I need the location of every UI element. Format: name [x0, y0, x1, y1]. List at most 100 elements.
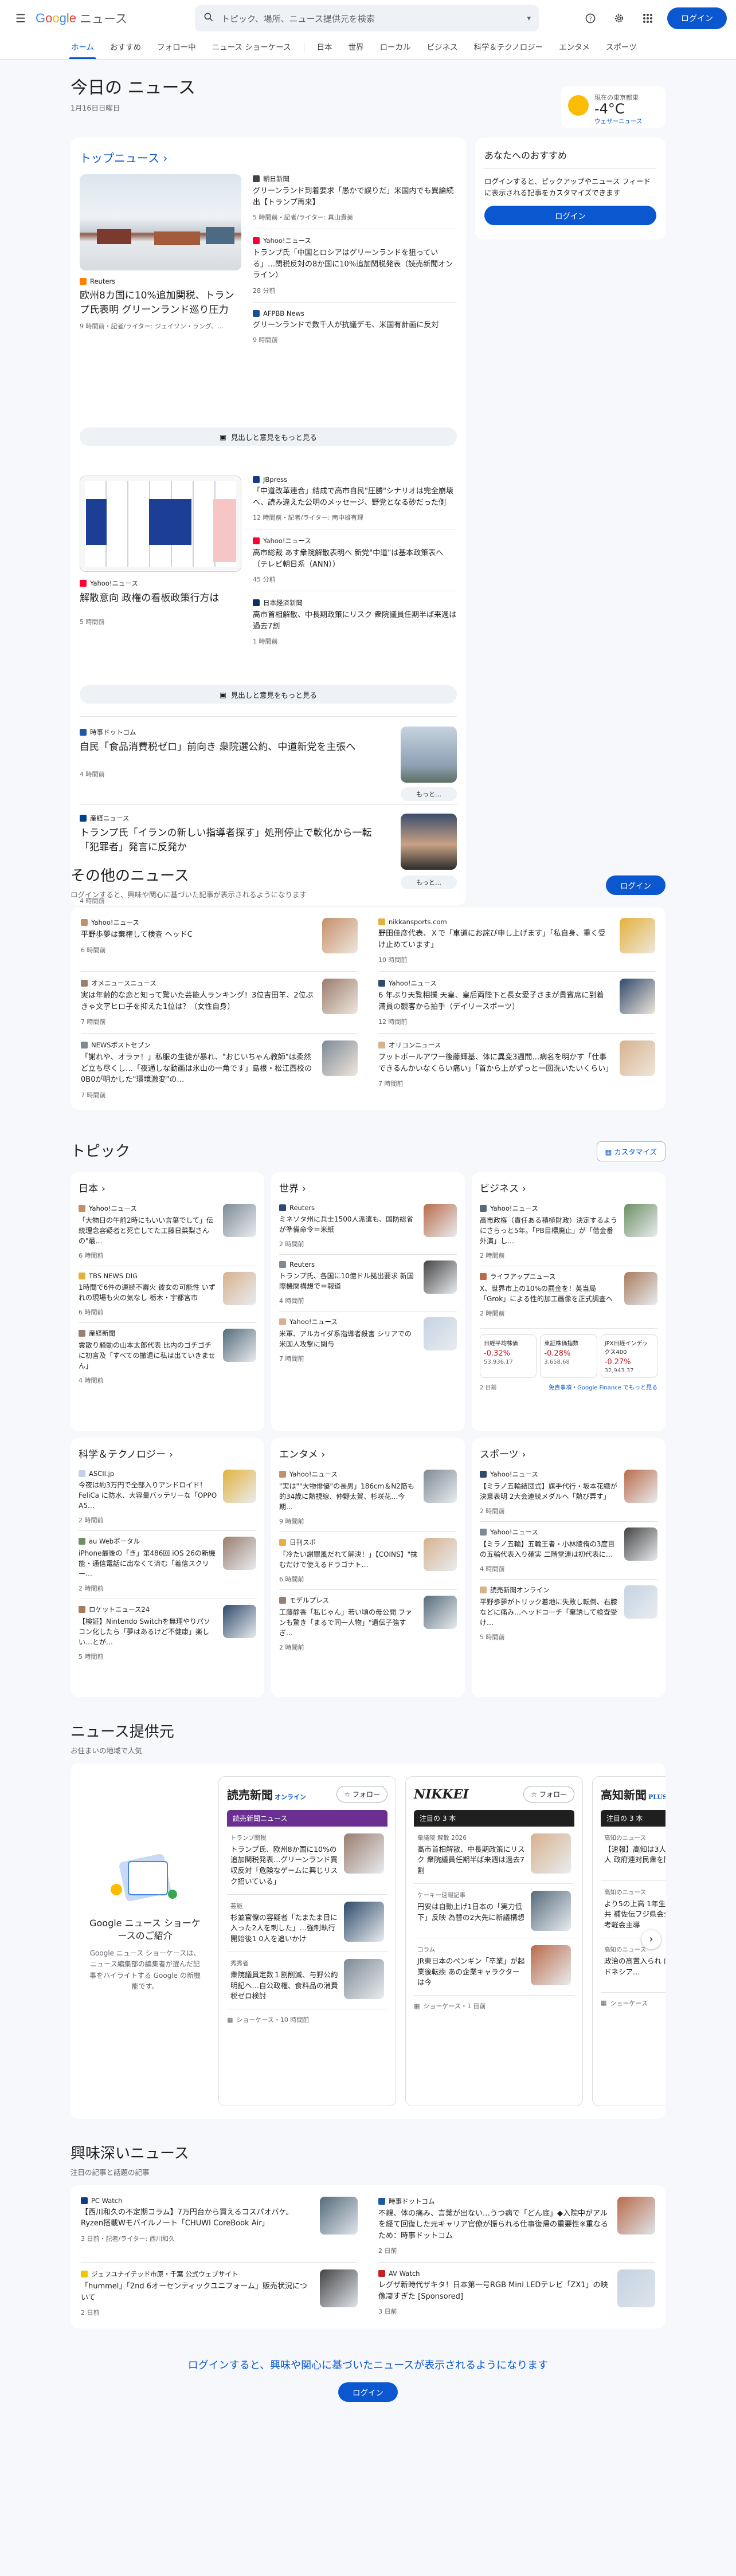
news-thumbnail[interactable] — [424, 1469, 457, 1503]
news-thumbnail[interactable] — [223, 1469, 256, 1503]
headline[interactable]: X、世界市上の10%の罰金を！英当局「Grok」による性的加工画像を正式調査へ — [480, 1283, 618, 1304]
list-item[interactable]: AFPBB News グリーンランドで数千人が抗議デモ、米国有計画に反対 9 時… — [253, 309, 457, 345]
news-thumbnail[interactable] — [624, 1203, 657, 1237]
news-thumbnail[interactable] — [424, 1203, 457, 1237]
tab-business[interactable]: ビジネス — [419, 41, 466, 59]
showcase-headline[interactable]: JR東日本のペンギン「卒業」が起業後転換 あの企業キャラクターは今 — [417, 1956, 526, 1988]
search-box[interactable]: トピック、場所、ニュース提供元を検索 ▾ — [195, 5, 539, 32]
customize-button[interactable]: ▦ カスタマイズ — [596, 1141, 665, 1161]
list-item[interactable]: 時事ドットコム 不親、体の痛み、言葉が出ない…うつ病で「どん底」◆入院中がアルを経… — [378, 2190, 655, 2263]
headline[interactable]: 欧州8カ国に10%追加関税、トランプ氏表明 グリーンランド巡り圧力 — [80, 289, 241, 317]
news-thumbnail[interactable] — [223, 1536, 256, 1570]
showcase-headline[interactable]: 高市首相解散、中長期政策にリスク 衆院議員任期半ば来週は過去7割 — [417, 1844, 526, 1876]
tab-local[interactable]: ローカル — [372, 41, 419, 59]
headline[interactable]: トランプ氏、各国に10億ドル拠出要求 新国際機関構想で＝報道 — [279, 1271, 418, 1291]
headline[interactable]: 今夜は約3万円で全部入りアンドロイド！FeliCa に防水、大容量バッテリーな「… — [79, 1480, 217, 1511]
headline[interactable]: グリーンランド到着要求「愚かで誤りだ」米国内でも異論続出【トランプ再来】 — [253, 186, 457, 208]
list-item[interactable]: Yahoo!ニュース 6 年ぶり天覧相撲 天皇、皇后両陛下と長女愛子さまが貴賓席に… — [378, 972, 655, 1034]
list-item[interactable]: Reuters トランプ氏、各国に10億ドル拠出要求 新国際機関構想で＝報道 4 時… — [279, 1254, 457, 1311]
publisher-card[interactable]: NIKKEI ☆ フォロー 注目の 3 本衆議院 解散 2026 高市首相解散、中長期… — [405, 1776, 583, 2106]
list-item[interactable]: ライフアップニュース X、世界市上の10%の罰金を！英当局「Grok」による性的加… — [480, 1265, 657, 1324]
tab-foryou[interactable]: おすすめ — [102, 41, 149, 59]
headline[interactable]: 「hummel」「2nd 6オーセンティックユニフォーム」販売状況について — [81, 2281, 313, 2303]
tab-japan[interactable]: 日本 — [309, 41, 340, 59]
list-item[interactable]: ジェフユナイテッド市原・千葉 公式ウェブサイト 「hummel」「2nd 6オーセ… — [81, 2263, 358, 2324]
list-item[interactable]: 産経ニュース トランプ氏「イランの新しい指導者探す」処刑停止で軟化から一転「犯罪… — [80, 814, 389, 854]
showcase-headline[interactable]: 杉並官僚の容疑者「たまたま目に入った2人を刺した」…強制執行開始後1 0人を追い… — [230, 1913, 339, 1945]
headline[interactable]: トランプ氏「中国とロシアはグリーンランドを狙っている」…関税反対の8か国に10%… — [253, 248, 457, 281]
headline[interactable]: 自民「食品消費税ゼロ」前向き 衆院選公約、中道新党を主張へ — [80, 740, 389, 755]
showcase-headline[interactable]: 【速報】高知は3人主に高知1期7人 政府連対民衆を開設 — [604, 1844, 665, 1866]
headline[interactable]: 解散意向 政権の看板政策行方は — [80, 591, 241, 606]
showcase-item[interactable]: 芸能 杉並官僚の容疑者「たまたま目に入った2人を刺した」…強制執行開始後1 0人を… — [227, 1895, 387, 1952]
chevron-right-icon[interactable]: › — [641, 1929, 661, 1949]
foryou-login-button[interactable]: ログイン — [484, 206, 656, 225]
news-thumbnail[interactable] — [322, 1040, 358, 1076]
news-thumbnail[interactable] — [223, 1203, 256, 1237]
topic-title-link[interactable]: 日本 › — [79, 1180, 256, 1195]
showcase-item[interactable]: ケーキー速報記事 円安は自動上げ1日本の「実力低下」反映 為替の2大先に新議構想 — [414, 1884, 574, 1938]
topic-title-link[interactable]: スポーツ › — [480, 1446, 657, 1460]
headline[interactable]: 「冷たい謝罪風だれて解決！」【COINS】"抹むだけで使えるドラゴナト… — [279, 1549, 418, 1570]
headline[interactable]: 【西川和久の不定期コラム】7万円台から買えるコスパオバケ。Ryzen搭載Wモバイ… — [81, 2207, 313, 2229]
news-thumbnail[interactable] — [531, 1945, 571, 1985]
news-thumbnail[interactable] — [624, 1469, 657, 1503]
other-login-button[interactable]: ログイン — [606, 875, 665, 895]
showcase-headline[interactable]: 政治の高置入られ 内容1！ インドネシア… — [604, 1956, 665, 1978]
showcase-item[interactable]: 高知のニュース【速報】高知は3人主に高知1期7人 政府連対民衆を開設 — [601, 1827, 665, 1881]
headline[interactable]: 高市政権（責任ある積極財政）決定するようにさらっと5年。「PB目標廃止」が「借金… — [480, 1215, 618, 1246]
list-item[interactable]: nikkansports.com 野田佳彦代表、Ｘで「車道にお詫び申し上げます」「… — [378, 911, 655, 972]
list-item[interactable]: 産経新聞 雲散り騒動の山本太郎代表 比内のゴチゴチに初言及「すべての撤退に私は出て… — [79, 1322, 256, 1391]
news-thumbnail[interactable] — [531, 1833, 571, 1874]
stocks-link[interactable]: 免責事項・Google Finance でもっと見る — [549, 1383, 657, 1391]
showcase-item[interactable]: コラム JR東日本のペンギン「卒業」が起業後転換 あの企業キャラクターは今 — [414, 1938, 574, 1996]
news-thumbnail[interactable] — [344, 1901, 384, 1942]
topic-title-link[interactable]: 科学＆テクノロジー › — [79, 1446, 256, 1460]
news-thumbnail[interactable] — [620, 1040, 655, 1076]
weather-provider[interactable]: ウェザーニュース — [594, 117, 642, 125]
news-thumbnail[interactable] — [223, 1271, 256, 1305]
headline[interactable]: 「謝れや、オラァ！」私服の生徒が暴れ、"おじいちゃん教師"は柔然ど立ち尽くし…「… — [81, 1052, 315, 1086]
news-thumbnail[interactable] — [424, 1317, 457, 1350]
gear-icon[interactable] — [610, 9, 628, 28]
news-thumbnail[interactable] — [624, 1527, 657, 1561]
showcase-headline[interactable]: 衆院議員定数１割削減、与野公約明記へ…自公政権、食料品の消費税ゼロ検討 — [230, 1970, 339, 2002]
showcase-headline[interactable]: 円安は自動上げ1日本の「実力低下」反映 為替の2大先に新議構想 — [417, 1902, 526, 1923]
list-item[interactable]: Yahoo!ニュース 米軍、アルカイダ系指導者殺害 シリアでの米国人攻撃に関与 7 … — [279, 1310, 457, 1369]
headline[interactable]: 工藤静香「私じゃん」若い頃の母公開 ファンも驚き「まるで同一人物」"遺伝子強すぎ… — [279, 1607, 418, 1638]
news-thumbnail[interactable] — [617, 2196, 655, 2235]
headline[interactable]: 雲散り騒動の山本太郎代表 比内のゴチゴチに初言及「すべての撤退に私は出ていきませ… — [79, 1340, 217, 1371]
list-item[interactable]: JBpress 「中道改革連合」結成で高市自民"圧勝"シナリオは完全崩壊へ、読み… — [253, 476, 457, 522]
showcase-item[interactable]: トランプ関税 トランプ氏、欧州8か国に10%の追加関税発表…グリーンランド買収反対… — [227, 1827, 387, 1895]
list-item[interactable]: 読売新聞オンライン 平野歩夢がトリック着地に失敗し転倒、右膝などに痛み…ヘッドコー… — [480, 1578, 657, 1647]
tab-following[interactable]: フォロー中 — [149, 41, 204, 59]
headline[interactable]: 高市首相解散、中長期政策にリスク 衆院議員任期半ば来週は過去7割 — [253, 610, 457, 632]
google-news-logo[interactable]: Google ニュース — [36, 10, 127, 27]
trump-photo[interactable] — [401, 814, 457, 870]
tab-entertainment[interactable]: エンタメ — [551, 41, 598, 59]
headline[interactable]: 平野歩夢は棄権して検査 ヘッドC — [81, 929, 315, 941]
arctic-village-image[interactable] — [80, 174, 241, 270]
stock-card[interactable]: 日経平均株価 -0.32% 53,936.17 — [480, 1334, 537, 1378]
stock-card[interactable]: JPX日経インデックス400 -0.27% 32,943.37 — [600, 1334, 657, 1378]
news-thumbnail[interactable] — [531, 1890, 571, 1931]
headline[interactable]: 実は年齢的な恋と知って驚いた芸能人ランキング！3位吉田羊、2位ぶきゃ文字ヒロ子を… — [81, 990, 315, 1012]
news-thumbnail[interactable] — [424, 1595, 457, 1629]
follow-button[interactable]: ☆ フォロー — [523, 1786, 574, 1803]
menu-icon[interactable]: ☰ — [9, 7, 32, 30]
top-news-title[interactable]: トップニュース › — [80, 149, 457, 166]
more-headlines-button[interactable]: ▣ 見出しと意見をもっと見る — [80, 685, 457, 704]
showcase-item[interactable]: 高知のニュースより5の上高 1年生主導！ 国学究共 補佐伝フジ県会全国極選賞買考… — [601, 1881, 665, 1938]
list-item[interactable]: NEWSポストセブン 「謝れや、オラァ！」私服の生徒が暴れ、"おじいちゃん教師"は… — [81, 1034, 358, 1106]
list-item[interactable]: ASCII.jp 今夜は約3万円で全部入りアンドロイド！FeliCa に防水、大容… — [79, 1464, 256, 1530]
headline[interactable]: 【検証】Nintendo Switchを無理やりパソコン化したら「夢はあるけど不… — [79, 1616, 217, 1647]
search-input[interactable]: トピック、場所、ニュース提供元を検索 — [221, 13, 527, 25]
list-item[interactable]: TBS NEWS DIG 1時間で6件の運続不審火 彼女の可能性 いずれの現場も火… — [79, 1265, 256, 1322]
list-item[interactable]: Yahoo!ニュース 【ミラノ五輪】五輪王者・小林陵侑の3度目の五輪代表入り確実 … — [480, 1521, 657, 1579]
list-item[interactable]: Yahoo!ニュース 高市総裁 あす衆院解散表明へ 新党"中道"は基本政策表へ（… — [253, 536, 457, 584]
news-thumbnail[interactable] — [617, 2269, 655, 2307]
headline[interactable]: "実は""大物俳優"の長男」186cm＆N2筋も的34歳に熱視線、仲野太賀、杉咲… — [279, 1481, 418, 1512]
tab-science[interactable]: 科学＆テクノロジー — [466, 41, 551, 59]
headline[interactable]: トランプ氏「イランの新しい指導者探す」処刑停止で軟化から一転「犯罪者」発言に反発… — [80, 826, 389, 854]
news-thumbnail[interactable] — [322, 918, 358, 953]
